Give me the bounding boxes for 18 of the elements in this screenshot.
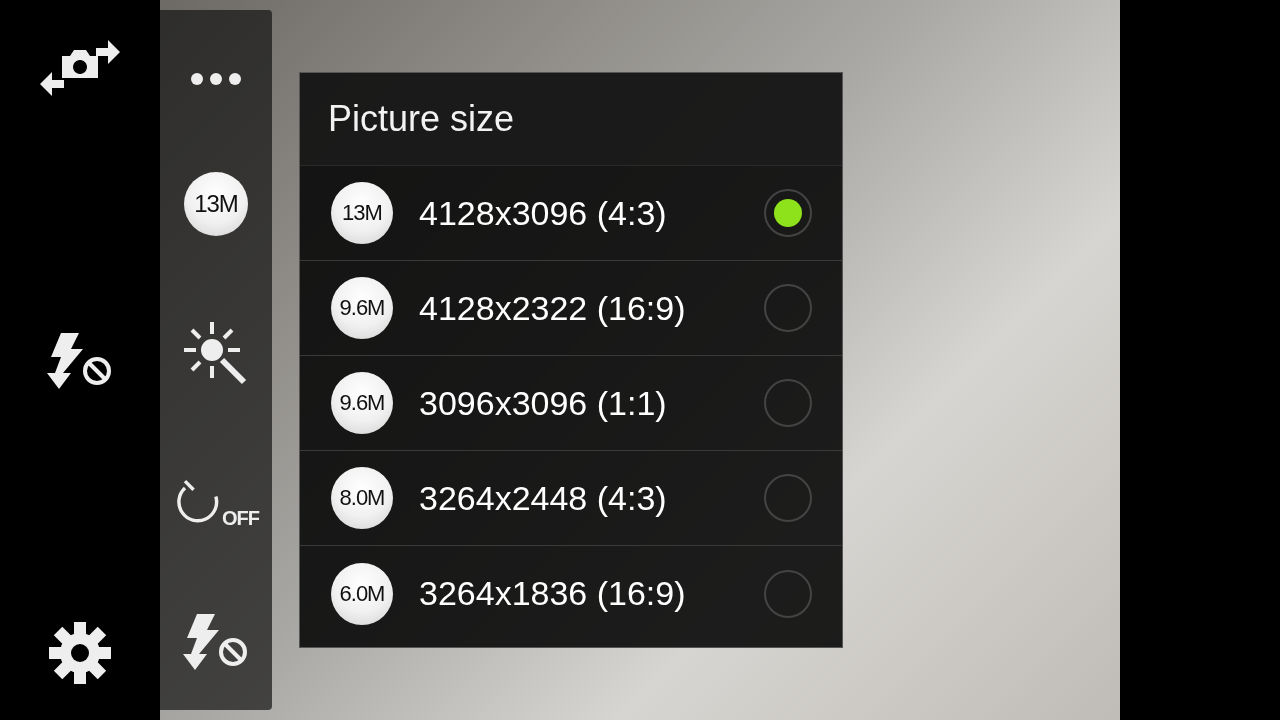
size-badge: 9.6M xyxy=(331,372,393,434)
picture-size-option[interactable]: 8.0M 3264x2448 (4:3) xyxy=(300,451,842,546)
option-label: 3264x1836 (16:9) xyxy=(419,574,687,613)
picture-size-option[interactable]: 13M 4128x3096 (4:3) xyxy=(300,166,842,261)
option-label: 3264x2448 (4:3) xyxy=(419,478,668,518)
size-badge: 9.6M xyxy=(331,277,393,339)
size-badge: 13M xyxy=(331,182,393,244)
picture-size-option[interactable]: 9.6M 4128x2322 (16:9) xyxy=(300,261,842,356)
size-badge: 8.0M xyxy=(331,467,393,529)
option-label: 3096x3096 (1:1) xyxy=(419,383,668,423)
timer-button[interactable]: OFF xyxy=(173,472,259,528)
picture-size-option[interactable]: 6.0M 3264x1836 (16:9) xyxy=(300,546,842,641)
option-label: 4128x3096 (4:3) xyxy=(419,193,668,233)
picture-size-button[interactable]: 13M xyxy=(184,172,248,236)
size-badge: 6.0M xyxy=(331,562,393,625)
option-label: 4128x2322 (16:9) xyxy=(419,288,687,328)
dialog-title: Picture size xyxy=(300,73,842,166)
picture-size-option[interactable]: 9.6M 3096x3096 (1:1) xyxy=(300,356,842,451)
